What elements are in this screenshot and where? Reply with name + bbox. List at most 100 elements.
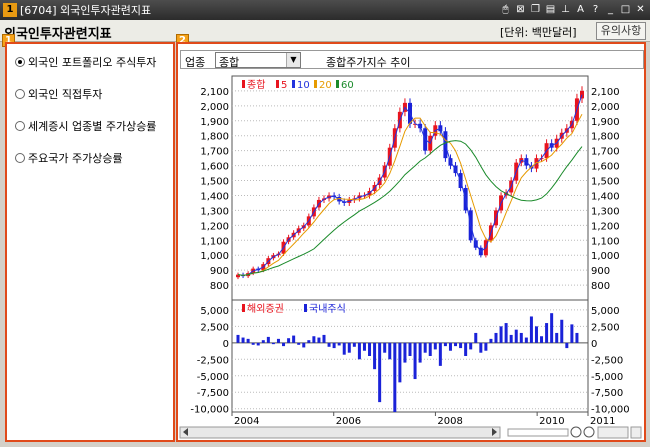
domestic-stock-bar (241, 337, 245, 343)
notice-button[interactable]: 유의사항 (596, 22, 646, 40)
domestic-stock-bar (489, 338, 493, 343)
domestic-stock-bar (347, 342, 351, 353)
zoom-slider[interactable] (507, 428, 569, 437)
zoom-in-icon[interactable] (583, 426, 595, 438)
domestic-stock-bar (362, 342, 366, 351)
domestic-stock-bar (504, 323, 508, 343)
legend-swatch (304, 304, 307, 312)
price-tick-label-right: 1,800 (591, 132, 620, 143)
radio-selected-icon[interactable] (15, 57, 25, 67)
price-tick-label-right: 2,100 (591, 87, 620, 98)
price-tick-label-left: 900 (210, 266, 229, 277)
option-world-sector[interactable]: 세계증시 업종별 주가상승률 (15, 118, 156, 134)
domestic-stock-bar (499, 326, 503, 343)
close-icon[interactable]: ✕ (635, 3, 646, 16)
legend-swatch (242, 304, 245, 312)
domestic-stock-bar (287, 338, 291, 343)
option-foreign-portfolio[interactable]: 외국인 포트폴리오 주식투자 (15, 54, 156, 70)
price-tick-label-right: 1,300 (591, 206, 620, 217)
help-icon[interactable]: ? (590, 3, 601, 16)
domestic-stock-bar (484, 342, 488, 351)
domestic-stock-bar (307, 340, 311, 343)
domestic-stock-bar (519, 332, 523, 343)
chart-area: 2,100 2,100 2,000 2,000 1,900 1,900 1,800 1,800… (190, 75, 630, 427)
mouse-icon[interactable]: 🖱 (500, 3, 511, 16)
option-major-countries[interactable]: 주요국가 주가상승률 (15, 150, 123, 166)
price-tick-label-right: 1,000 (591, 251, 620, 262)
chart-bottom-bar (178, 426, 644, 440)
domestic-stock-bar (332, 342, 336, 349)
price-tick-label-right: 1,400 (591, 191, 620, 202)
option-label: 외국인 직접투자 (28, 88, 103, 101)
sector-value: 종합 (219, 56, 240, 69)
page-header: 외국인투자관련지표 [단위: 백만달러] 유의사항 (0, 20, 650, 42)
domestic-stock-bar (570, 324, 574, 343)
domestic-stock-bar (378, 342, 382, 403)
domestic-stock-bar (352, 342, 356, 347)
domestic-stock-bar (469, 342, 473, 350)
x-axis-labels: 2004 2006 2008 2010 2011 (231, 412, 615, 427)
domestic-stock-bar (246, 338, 250, 343)
legend-label: 60 (341, 80, 354, 91)
option-label: 세계증시 업종별 주가상승률 (28, 120, 157, 133)
price-tick-label-left: 2,100 (200, 87, 229, 98)
domestic-stock-bar (276, 338, 280, 343)
domestic-stock-bar (529, 316, 533, 343)
pin-icon[interactable]: ⊥ (560, 3, 571, 16)
radio-icon[interactable] (15, 89, 25, 99)
flow-tick-label-right: -10,000 (591, 405, 630, 416)
chart-tools-icon[interactable] (597, 426, 629, 439)
price-tick-label-right: 1,700 (591, 147, 620, 158)
copy-icon[interactable]: ❐ (530, 3, 541, 16)
domestic-stock-bar (302, 342, 306, 348)
domestic-stock-bar (236, 334, 240, 343)
domestic-stock-bar (534, 326, 538, 343)
settings-icon[interactable] (630, 426, 642, 439)
domestic-stock-bar (297, 342, 301, 345)
window-number-badge: 1 (3, 3, 17, 17)
option-label: 주요국가 주가상승률 (28, 152, 123, 165)
legend-label: 국내주식 (309, 303, 346, 315)
chevron-down-icon[interactable]: ▼ (286, 53, 300, 67)
grid-icon[interactable]: ⊠ (515, 3, 526, 16)
price-tick-label-left: 1,000 (200, 251, 229, 262)
sector-select[interactable]: 종합 ▼ (215, 52, 301, 69)
sector-label: 업종 (185, 56, 206, 69)
legend-swatch (292, 80, 295, 88)
price-tick-label-left: 2,000 (200, 102, 229, 113)
print-icon[interactable]: ▤ (545, 3, 556, 16)
legend-swatch (314, 80, 317, 88)
maximize-icon[interactable]: □ (620, 3, 631, 16)
domestic-stock-bar (443, 342, 447, 347)
legend-label: 해외증권 (247, 302, 284, 315)
option-foreign-direct[interactable]: 외국인 직접투자 (15, 86, 102, 102)
domestic-stock-bar (261, 340, 265, 343)
domestic-stock-bar (560, 319, 564, 343)
flow-tick-label-left: 5,000 (200, 306, 229, 317)
unit-label: [단위: 백만달러] (500, 26, 577, 39)
minimize-icon[interactable]: _ (605, 3, 616, 16)
scrollbar-controls (179, 426, 642, 439)
options-panel: 외국인 포트폴리오 주식투자 외국인 직접투자 세계증시 업종별 주가상승률 주… (5, 42, 175, 442)
domestic-stock-bar (464, 342, 468, 356)
font-icon[interactable]: A (575, 3, 586, 16)
domestic-stock-bar (545, 323, 549, 343)
domestic-stock-bar (423, 342, 427, 353)
domestic-stock-bar (428, 342, 432, 356)
domestic-stock-bar (292, 335, 296, 343)
flow-tick-label-left: -10,000 (190, 405, 229, 416)
zoom-out-icon[interactable] (570, 426, 582, 438)
radio-icon[interactable] (15, 153, 25, 163)
horizontal-scrollbar[interactable] (179, 426, 501, 439)
domestic-stock-bar (454, 342, 458, 347)
domestic-stock-bar (418, 342, 422, 363)
price-tick-label-right: 1,600 (591, 162, 620, 173)
domestic-stock-bar (433, 342, 437, 350)
domestic-stock-bar (459, 342, 463, 349)
radio-icon[interactable] (15, 121, 25, 131)
chart-toolbar: 업종 종합 ▼ 종합주가지수 추이 (180, 50, 644, 69)
chart-title: 종합주가지수 추이 (326, 56, 411, 69)
domestic-stock-bar (540, 336, 544, 343)
price-tick-label-left: 1,700 (200, 147, 229, 158)
price-tick-label-right: 1,900 (591, 117, 620, 128)
